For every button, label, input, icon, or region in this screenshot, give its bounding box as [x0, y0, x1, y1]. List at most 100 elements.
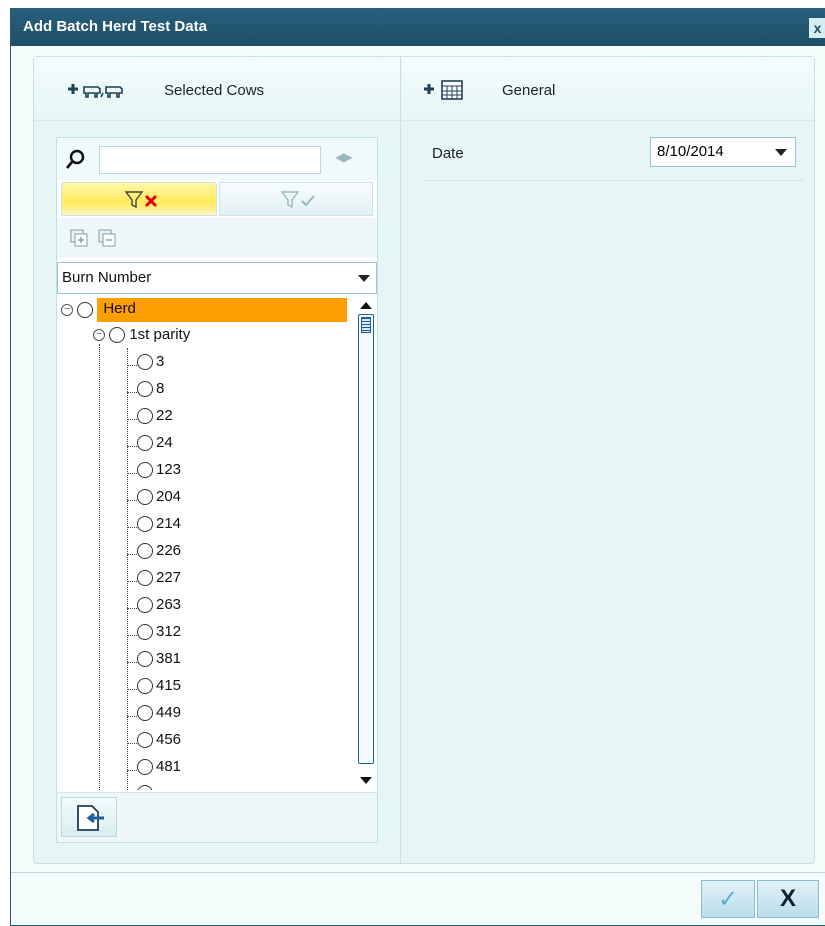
tree-item[interactable]: 22 [137, 407, 173, 431]
tree-guide-line [127, 770, 137, 771]
tree-guide-line [127, 527, 137, 528]
tree-item[interactable]: 24 [137, 434, 173, 458]
collapse-all-icon[interactable] [97, 228, 117, 248]
scroll-up-icon[interactable] [360, 302, 372, 309]
general-header: General [402, 57, 814, 121]
item-radio[interactable] [137, 408, 153, 425]
tree-item[interactable]: 449 [137, 704, 181, 728]
item-radio[interactable] [137, 705, 153, 722]
tab-filter-clear[interactable] [61, 182, 217, 216]
item-radio[interactable] [137, 516, 153, 533]
selected-cows-header: Selected Cows [34, 57, 400, 121]
item-radio[interactable] [137, 759, 153, 776]
tree-item-label: 227 [156, 569, 182, 586]
collapse-toggle-icon[interactable]: − [61, 304, 73, 316]
tree-item-label: 456 [156, 731, 182, 748]
tree-label-herd: Herd [97, 298, 348, 322]
tab-filter-apply[interactable] [219, 182, 373, 216]
tree-item[interactable]: 227 [137, 569, 181, 593]
search-nav-arrows-icon[interactable]: ◀▶ [335, 150, 352, 164]
export-icon [77, 805, 104, 831]
tree-item[interactable]: 263 [137, 596, 181, 620]
tree-item[interactable]: 123 [137, 461, 181, 485]
cancel-button[interactable]: X [757, 880, 819, 918]
tree-guide-line [127, 392, 137, 393]
tree-scrollbar[interactable] [357, 298, 375, 790]
tree-item-label: 22 [156, 407, 173, 424]
tree-guide-line [127, 743, 137, 744]
search-input[interactable] [99, 146, 321, 174]
tree-item-label: 214 [156, 515, 182, 532]
ok-button[interactable]: ✓ [701, 880, 755, 918]
tree-item-label: 8 [156, 380, 165, 397]
chevron-down-icon [358, 275, 370, 282]
sort-by-select[interactable]: Burn Number [57, 262, 377, 294]
tree-guide-line [127, 689, 137, 690]
item-radio[interactable] [137, 651, 153, 668]
scroll-thumb[interactable] [361, 317, 371, 333]
tree-guide-line [127, 365, 137, 366]
item-radio[interactable] [137, 570, 153, 587]
content-frame: Selected Cows ◀▶ Burn Number − Herd − 1s… [33, 56, 815, 864]
tree-node-1st-parity[interactable]: − 1st parity [93, 326, 190, 350]
tree-item-label: 204 [156, 488, 182, 505]
item-radio[interactable] [137, 678, 153, 695]
tree-guide-line [127, 581, 137, 582]
expand-all-icon[interactable] [69, 228, 89, 248]
selected-cows-label: Selected Cows [164, 82, 265, 99]
add-calendar-icon[interactable] [422, 79, 472, 101]
scroll-down-icon[interactable] [360, 777, 372, 784]
tree-item[interactable]: 226 [137, 542, 181, 566]
tree-item[interactable]: 3 [137, 353, 164, 377]
item-radio[interactable] [137, 462, 153, 479]
tree-item[interactable]: 381 [137, 650, 181, 674]
dialog-title: Add Batch Herd Test Data [23, 18, 207, 35]
tree-guide-line [127, 608, 137, 609]
tree-item-label: 24 [156, 434, 173, 451]
tree-item[interactable]: 456 [137, 731, 181, 755]
item-radio[interactable] [137, 597, 153, 614]
general-panel: General Date 8/10/2014 [402, 57, 814, 863]
tree-item[interactable]: 8 [137, 380, 164, 404]
item-radio[interactable] [137, 624, 153, 641]
item-radio[interactable] [137, 354, 153, 371]
tree-item-label: 263 [156, 596, 182, 613]
tree-guide-line [127, 473, 137, 474]
scroll-track[interactable] [358, 314, 374, 764]
tree-item-label: 226 [156, 542, 182, 559]
filter-clear-icon [124, 191, 158, 209]
tree-guide-line [127, 635, 137, 636]
tree-guide-line [127, 419, 137, 420]
title-bar: Add Batch Herd Test Data x [11, 8, 825, 46]
export-button[interactable] [61, 797, 117, 837]
tree-item[interactable]: 481 [137, 758, 181, 782]
general-label: General [502, 82, 556, 99]
add-cows-icon[interactable] [66, 79, 146, 101]
tree-guide-line [127, 348, 128, 790]
tree-item-label: 449 [156, 704, 182, 721]
cow-selector: ◀▶ Burn Number − Herd − 1st parity 3 8 2… [56, 137, 378, 843]
date-value: 8/10/2014 [657, 143, 724, 160]
item-radio[interactable] [137, 489, 153, 506]
tree-node-herd[interactable]: − Herd [61, 298, 357, 322]
item-radio[interactable] [137, 543, 153, 560]
item-radio[interactable] [137, 381, 153, 398]
tree-guide-line [127, 554, 137, 555]
date-picker[interactable]: 8/10/2014 [650, 137, 796, 167]
tree-item[interactable]: 214 [137, 515, 181, 539]
search-icon[interactable] [65, 148, 87, 170]
group-radio[interactable] [109, 327, 126, 344]
tree-item[interactable]: 415 [137, 677, 181, 701]
tree-tool-row [57, 218, 377, 258]
tree-item[interactable]: 312 [137, 623, 181, 647]
item-radio[interactable] [137, 435, 153, 452]
date-row: Date 8/10/2014 [424, 137, 804, 181]
close-dialog-button[interactable]: x [809, 18, 825, 38]
collapse-toggle-icon[interactable]: − [93, 329, 105, 342]
herd-radio[interactable] [77, 302, 94, 318]
item-radio [137, 785, 153, 790]
tree-item-label: 312 [156, 623, 182, 640]
item-radio[interactable] [137, 732, 153, 749]
tree-item[interactable]: 204 [137, 488, 181, 512]
tree-guide-line [127, 716, 137, 717]
